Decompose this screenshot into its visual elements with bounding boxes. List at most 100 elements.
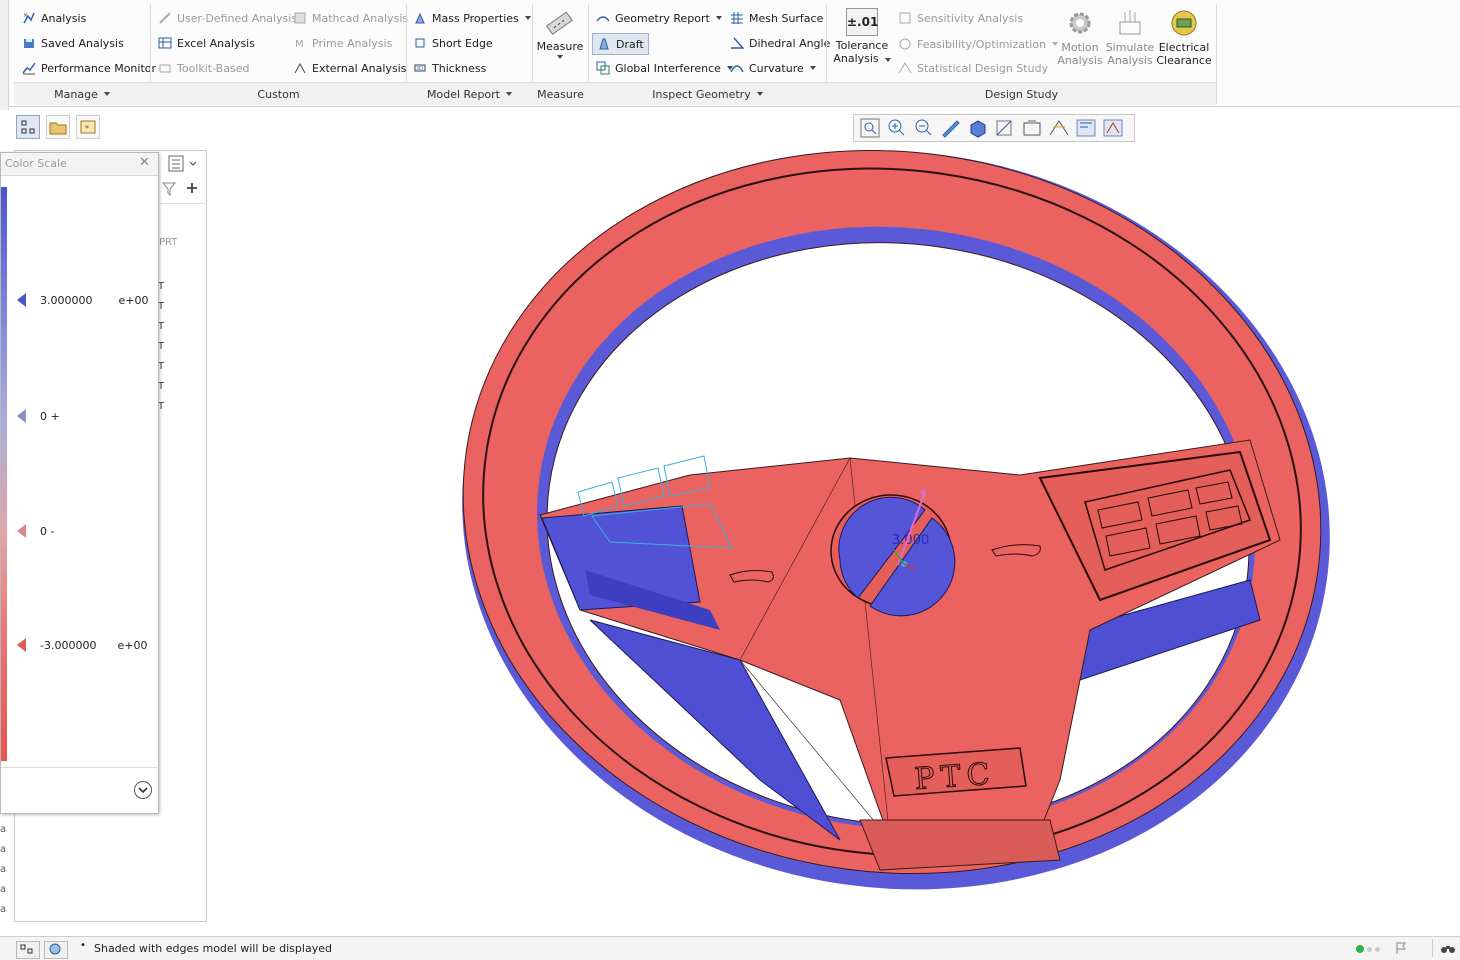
group-inspect-geometry[interactable]: Inspect Geometry — [589, 84, 826, 104]
group-manage[interactable]: Manage — [14, 84, 150, 104]
status-dot-icon — [1367, 947, 1372, 952]
thickness-button[interactable]: 3D Thickness — [413, 58, 486, 78]
sensitivity-analysis-button[interactable]: Sensitivity Analysis — [898, 8, 1023, 28]
group-inspect-geometry-label: Inspect Geometry — [652, 87, 751, 101]
chevron-down-icon — [506, 92, 512, 96]
globe-icon — [49, 943, 61, 955]
repaint-icon[interactable] — [939, 117, 963, 139]
mass-properties-button[interactable]: Mass Properties — [413, 8, 531, 28]
user-defined-analysis-button[interactable]: User-Defined Analysis — [158, 8, 297, 28]
feasibility-icon — [899, 38, 911, 50]
external-analysis-button[interactable]: External Analysis — [293, 58, 406, 78]
flag-icon[interactable] — [1394, 941, 1408, 955]
mathcad-analysis-button[interactable]: Mathcad Analysis — [293, 8, 408, 28]
model-tree-tab[interactable] — [16, 115, 40, 139]
max-value[interactable]: 3.000000 — [40, 294, 93, 307]
chevron-down-icon — [756, 92, 763, 96]
global-interference-icon — [596, 61, 610, 75]
folder-icon — [49, 122, 67, 135]
min-value[interactable]: -3.000000 — [40, 639, 96, 652]
max-value-row[interactable]: 3.000000 e+00 — [17, 293, 148, 307]
dihedral-angle-button[interactable]: Dihedral Angle — [730, 33, 830, 53]
annotation-display-icon[interactable] — [1101, 117, 1125, 139]
short-edge-button[interactable]: Short Edge — [413, 33, 493, 53]
motion-analysis-button[interactable]: Motion Analysis — [1056, 8, 1104, 67]
draft-readout: 3.000 — [892, 533, 929, 548]
electrical-clearance-button[interactable]: Electrical Clearance — [1156, 8, 1212, 67]
max-marker-icon — [17, 293, 26, 307]
tree-icon — [21, 120, 35, 134]
toolkit-based-label: Toolkit-Based — [177, 61, 250, 75]
plus-icon — [187, 183, 197, 193]
excel-analysis-label: Excel Analysis — [177, 36, 255, 50]
logo-text: PTC — [913, 757, 996, 798]
short-edge-icon — [415, 38, 425, 48]
excel-analysis-button[interactable]: Excel Analysis — [158, 33, 255, 53]
draft-label: Draft — [616, 37, 644, 51]
statistical-design-study-button[interactable]: Statistical Design Study — [898, 58, 1048, 78]
steering-wheel-model[interactable]: 3.000 PTC — [420, 140, 1360, 940]
favorites-tab[interactable]: * — [76, 115, 100, 139]
simulate-analysis-button[interactable]: Simulate Analysis — [1106, 8, 1154, 67]
geometry-report-button[interactable]: Geometry Report — [596, 8, 722, 28]
simulate-icon — [1119, 10, 1141, 35]
group-custom-label: Custom — [257, 87, 300, 101]
status-dot-icon — [1375, 947, 1380, 952]
add-button[interactable] — [185, 181, 199, 198]
mesh-surface-button[interactable]: Mesh Surface — [730, 8, 823, 28]
group-model-report[interactable]: Model Report — [407, 84, 532, 104]
external-analysis-icon — [294, 62, 306, 74]
draft-button[interactable]: Draft — [592, 33, 649, 55]
mathcad-icon — [294, 12, 306, 24]
perspective-icon[interactable] — [1047, 117, 1071, 139]
saved-orientations-icon[interactable] — [993, 117, 1017, 139]
chevron-down-icon — [138, 787, 148, 794]
zero-plus-marker-icon — [17, 409, 26, 423]
view-manager-icon[interactable] — [1020, 117, 1044, 139]
regen-status-indicator[interactable] — [1356, 945, 1380, 953]
toggle-navigator-button[interactable] — [16, 941, 40, 959]
prime-analysis-button[interactable]: M Prime Analysis — [293, 33, 392, 53]
analysis-button[interactable]: × Analysis — [22, 8, 86, 28]
group-design-study: Design Study — [827, 84, 1216, 104]
performance-monitor-button[interactable]: Performance Monitor — [22, 58, 156, 78]
tree-settings-button[interactable] — [167, 155, 199, 176]
feasibility-optimization-button[interactable]: Feasibility/Optimization — [898, 34, 1059, 54]
saved-analysis-button[interactable]: Saved Analysis — [22, 33, 124, 53]
zoom-out-icon[interactable] — [912, 117, 936, 139]
prime-analysis-label: Prime Analysis — [312, 36, 393, 50]
chevron-down-icon — [715, 16, 722, 20]
folder-browser-tab[interactable] — [46, 115, 70, 139]
global-interference-button[interactable]: Global Interference — [596, 58, 733, 78]
datum-display-icon[interactable] — [1074, 117, 1098, 139]
status-bar: • Shaded with edges model will be displa… — [0, 936, 1460, 960]
tree-root-label: PRT — [159, 237, 178, 248]
tolerance-icon: ±.01 — [846, 8, 878, 36]
thickness-label: Thickness — [432, 61, 487, 75]
ruler-icon — [546, 11, 573, 35]
color-scale-header: Color Scale ✕ — [1, 153, 158, 176]
dihedral-angle-icon — [731, 37, 744, 49]
toolkit-based-button[interactable]: Toolkit-Based — [158, 58, 249, 78]
svg-text:M: M — [295, 39, 304, 50]
mesh-surface-label: Mesh Surface — [749, 11, 824, 25]
expand-button[interactable] — [134, 781, 152, 799]
min-value-row[interactable]: -3.000000 e+00 — [17, 638, 147, 652]
feasibility-label: Feasibility/Optimization — [917, 37, 1047, 51]
zoom-in-icon[interactable] — [885, 117, 909, 139]
svg-text:×: × — [23, 12, 28, 19]
tolerance-analysis-button[interactable]: ±.01 Tolerance Analysis — [832, 8, 892, 65]
close-icon[interactable]: ✕ — [139, 155, 150, 170]
zero-minus-row[interactable]: 0 - — [17, 524, 54, 538]
global-interference-label: Global Interference — [615, 61, 721, 75]
toggle-browser-button[interactable] — [44, 941, 68, 959]
zero-plus-row[interactable]: 0 + — [17, 409, 60, 423]
binoculars-icon[interactable] — [1440, 941, 1456, 955]
refit-icon[interactable] — [858, 117, 882, 139]
electrical-label-line2: Clearance — [1156, 54, 1212, 67]
filter-button[interactable] — [161, 181, 177, 200]
display-style-icon[interactable] — [966, 117, 990, 139]
zero-minus-value: 0 - — [40, 524, 55, 538]
curvature-button[interactable]: Curvature — [730, 58, 816, 78]
measure-button[interactable]: Measure — [537, 8, 583, 59]
